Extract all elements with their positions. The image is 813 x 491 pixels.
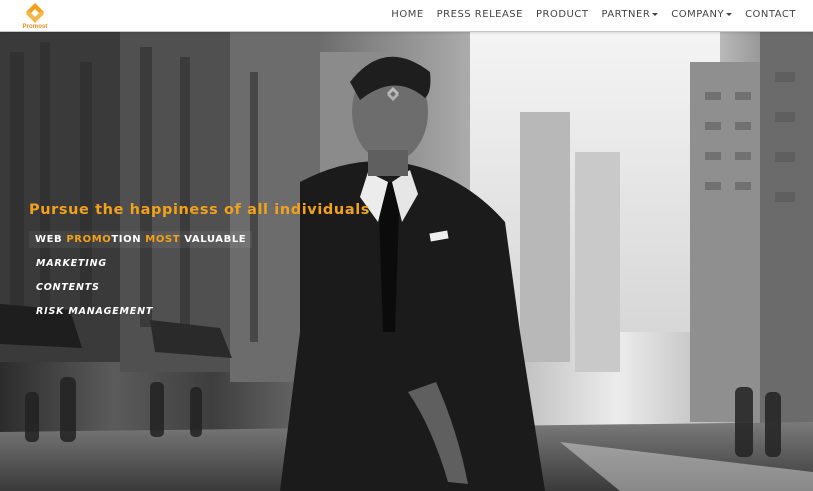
nav-contact[interactable]: CONTACT: [745, 9, 796, 20]
nav-home-label: HOME: [391, 9, 424, 20]
nav-company[interactable]: COMPANY: [671, 9, 733, 20]
subline-most-highlight: MOST: [145, 234, 181, 245]
service-risk-management: RISK MANAGEMENT: [36, 306, 154, 317]
hero-tagline: Pursue the happiness of all individuals: [29, 202, 371, 218]
subline-promo-highlight: PROMO: [66, 234, 112, 245]
nav-partner[interactable]: PARTNER: [601, 9, 659, 20]
logo-wordmark: Promost: [22, 24, 48, 30]
nav-contact-label: CONTACT: [745, 9, 796, 20]
site-header: Promost HOME PRESS RELEASE PRODUCT PARTN…: [0, 0, 813, 32]
nav-press-release-label: PRESS RELEASE: [436, 9, 523, 20]
promost-logo[interactable]: Promost: [18, 1, 52, 31]
nav-home[interactable]: HOME: [391, 9, 423, 20]
subline-tion: TION: [111, 234, 146, 245]
service-marketing: MARKETING: [36, 258, 107, 269]
subline-web: WEB: [35, 234, 67, 245]
service-contents: CONTENTS: [36, 282, 100, 293]
caret-down-icon: [652, 13, 659, 16]
nav-company-label: COMPANY: [671, 9, 725, 20]
hero-subline: WEB PROMOTION MOST VALUABLE: [29, 231, 253, 248]
main-nav: HOME PRESS RELEASE PRODUCT PARTNER COMPA…: [378, 9, 796, 20]
logo-mark-icon: [26, 3, 44, 23]
hero-photo-city-businessman: [0, 32, 813, 491]
nav-press-release[interactable]: PRESS RELEASE: [437, 9, 523, 20]
caret-down-icon: [726, 13, 733, 16]
nav-product-label: PRODUCT: [535, 9, 589, 20]
subline-valuable: VALUABLE: [180, 234, 247, 245]
hero-banner: Pursue the happiness of all individuals …: [0, 32, 813, 491]
nav-partner-label: PARTNER: [601, 9, 651, 20]
nav-product[interactable]: PRODUCT: [536, 9, 588, 20]
